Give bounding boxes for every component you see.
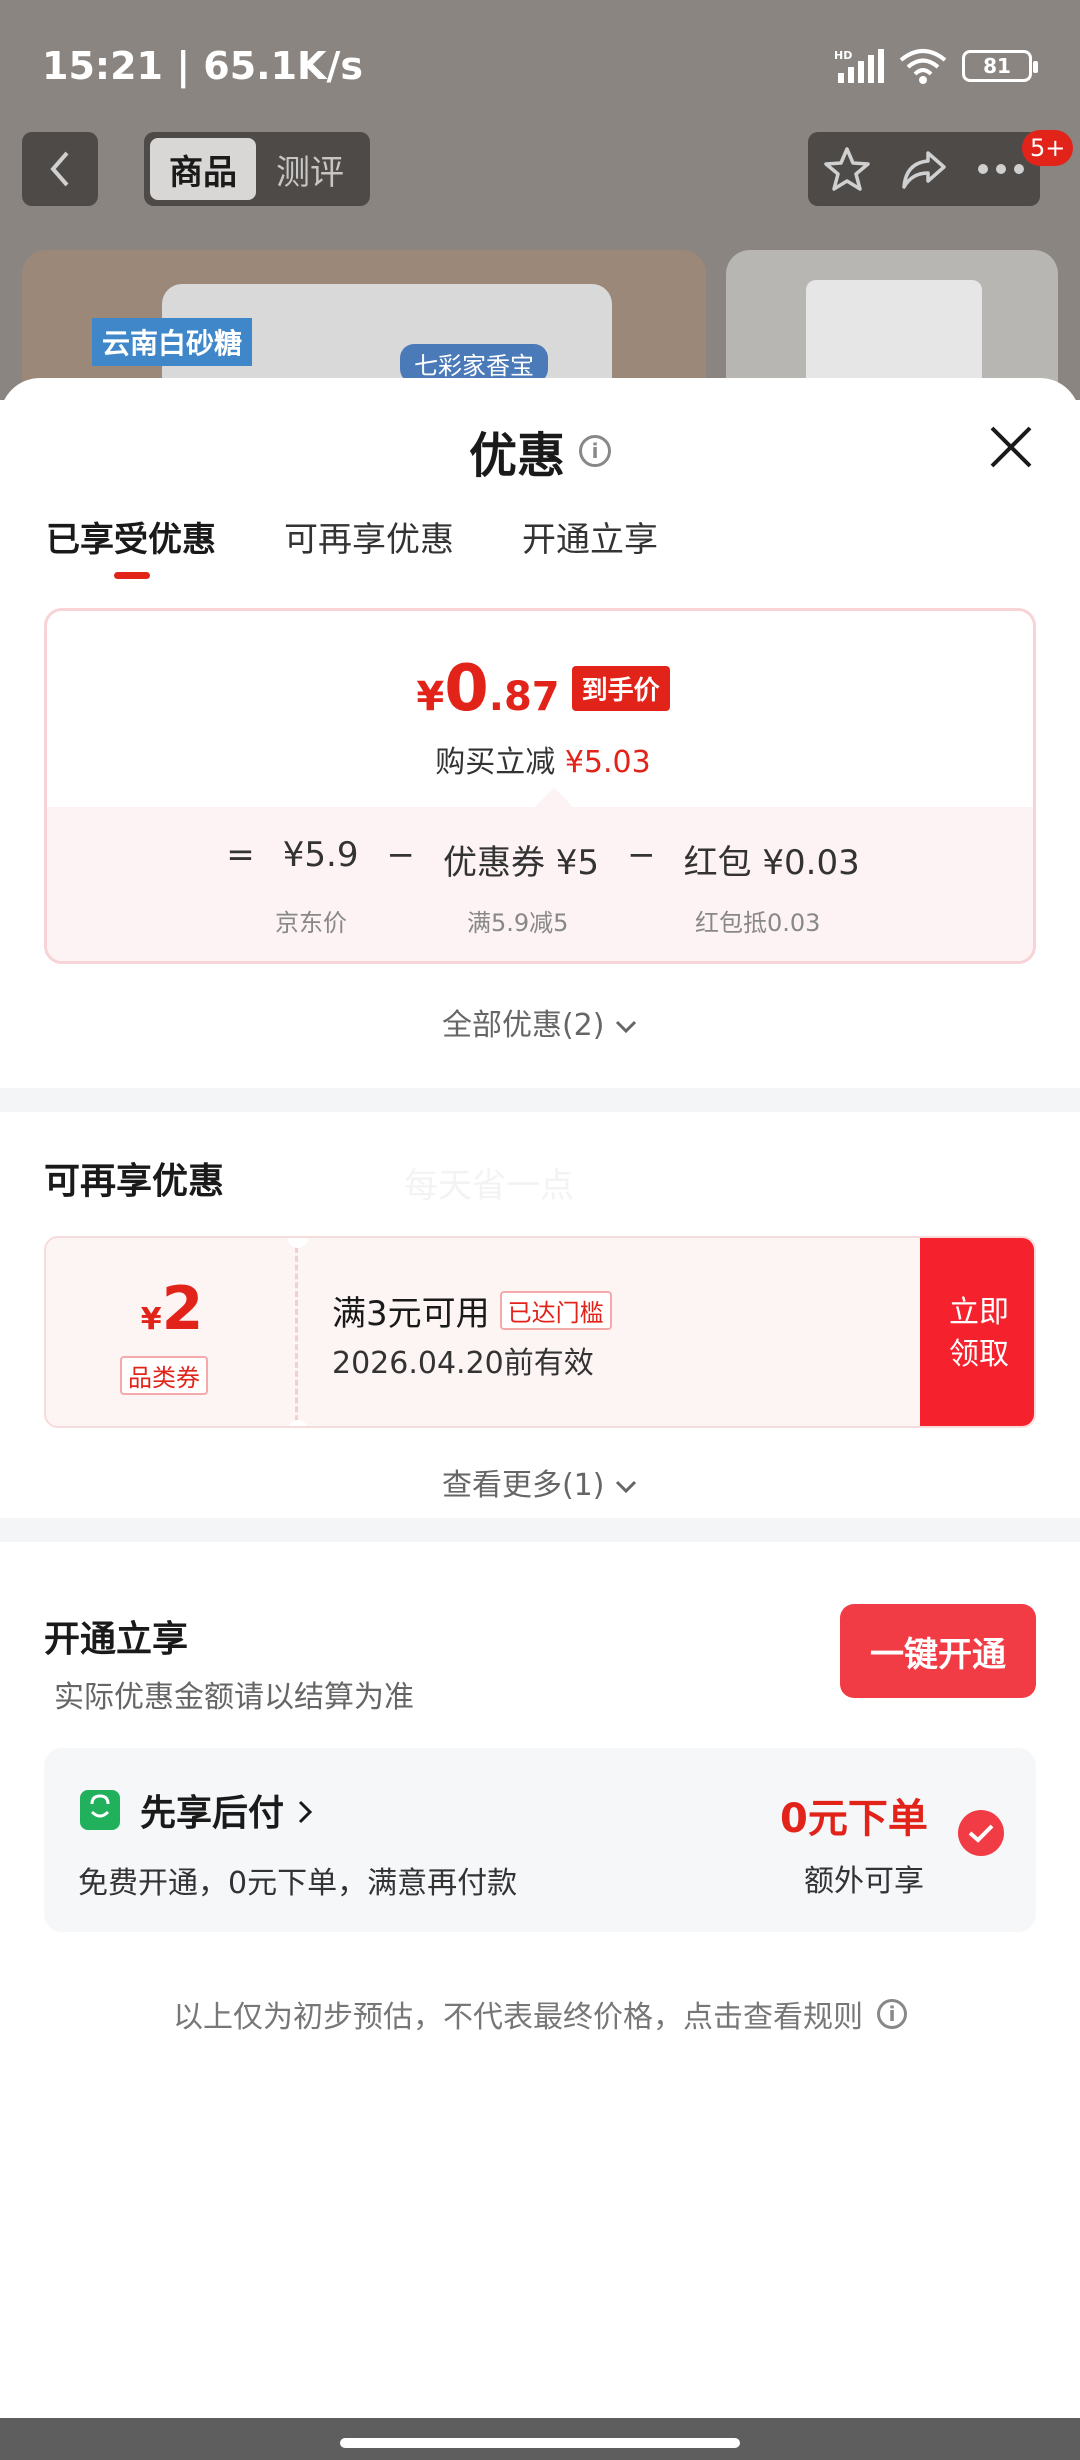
- all-discounts-label: 全部优惠(2): [441, 1008, 605, 1043]
- reduce-value: ¥5.03: [564, 745, 651, 780]
- reduce-label: 购买立减: [435, 745, 556, 780]
- price-summary-card: ¥ 0 .87 到手价 购买立减 ¥5.03 = ¥5.9 − 优惠券 ¥5 −…: [44, 608, 1036, 964]
- tab-open[interactable]: 开通立享: [522, 512, 658, 561]
- share-icon[interactable]: [900, 145, 948, 193]
- redpacket-amount: 红包 ¥0.03: [683, 843, 860, 883]
- sheet-title: 优惠: [468, 428, 565, 484]
- coupon-condition-text: 满3元可用: [332, 1294, 490, 1334]
- price-calculation: = ¥5.9 − 优惠券 ¥5 − 红包 ¥0.03 京东价 满5.9减5 红包…: [47, 807, 1033, 961]
- sheet-header: 优惠 i: [0, 416, 1080, 486]
- coupon-amount: 优惠券 ¥5: [442, 843, 600, 883]
- extra-benefit-label: 额外可享: [804, 1864, 924, 1899]
- coupon-number: 2: [161, 1274, 204, 1344]
- category-coupon: ¥2 品类券 满3元可用 已达门槛 2026.04.20前有效 立即 领取: [44, 1236, 1036, 1428]
- coupon-condition: 满3元可用 已达门槛: [332, 1286, 612, 1335]
- coupon-valid-date: 2026.04.20前有效: [332, 1346, 594, 1381]
- one-click-open-button[interactable]: 一键开通: [840, 1604, 1036, 1698]
- see-more-toggle[interactable]: 查看更多(1): [0, 1460, 1080, 1504]
- minus-sign: −: [627, 835, 656, 875]
- chevron-down-icon: [615, 1480, 637, 1494]
- battery-level: 81: [983, 54, 1011, 78]
- status-time: 15:21 | 65.1K/s: [42, 44, 363, 88]
- tab-product[interactable]: 商品: [150, 138, 256, 200]
- reenjoy-title: 可再享优惠: [44, 1161, 225, 1202]
- coupon-type-tag: 品类券: [120, 1356, 208, 1395]
- page-segment-tabs: 商品 测评: [144, 132, 370, 206]
- jd-price-label: 京东价: [275, 909, 347, 937]
- minus-sign: −: [386, 835, 415, 875]
- background-page: 15:21 | 65.1K/s HD 81 商品 测评 5+ 七彩家香宝 云南白…: [0, 0, 1080, 400]
- wifi-icon: [899, 49, 947, 84]
- zero-order-label: 0元下单: [780, 1796, 928, 1842]
- final-price-tag: 到手价: [571, 666, 670, 711]
- pay-later-title[interactable]: 先享后付: [140, 1784, 313, 1836]
- svg-text:HD: HD: [834, 49, 852, 62]
- star-icon[interactable]: [823, 145, 871, 193]
- chevron-right-icon: [298, 1800, 312, 1824]
- close-icon[interactable]: [986, 422, 1036, 472]
- instant-reduce: 购买立减 ¥5.03: [47, 737, 1033, 781]
- redpacket-sub-label: 红包抵0.03: [695, 909, 821, 937]
- pay-later-description: 免费开通，0元下单，满意再付款: [78, 1866, 518, 1901]
- back-button[interactable]: [22, 132, 98, 206]
- product2-label: 云南白砂糖: [92, 318, 253, 366]
- price-currency: ¥: [416, 674, 445, 720]
- coupon-currency: ¥: [140, 1302, 162, 1337]
- final-price: ¥ 0 .87: [416, 657, 559, 721]
- status-bar: 15:21 | 65.1K/s HD 81: [0, 0, 1080, 130]
- open-subtitle: 实际优惠金额请以结算为准: [54, 1680, 414, 1715]
- more-icon[interactable]: [977, 161, 1025, 177]
- info-icon[interactable]: i: [579, 435, 611, 467]
- final-price-row: ¥ 0 .87 到手价: [47, 657, 1033, 721]
- price-integer: 0: [444, 652, 489, 726]
- coupon-value: ¥2: [46, 1274, 298, 1344]
- shopping-bag-icon: [80, 1790, 120, 1830]
- check-icon[interactable]: [958, 1810, 1004, 1856]
- section-divider: [0, 1518, 1080, 1542]
- coupon-notch: [288, 1420, 308, 1426]
- watermark: 每天省一点: [404, 1166, 574, 1206]
- discount-tabs: 已享受优惠 可再享优惠 开通立享: [46, 512, 658, 579]
- claim-coupon-button[interactable]: 立即 领取: [920, 1238, 1034, 1426]
- section-divider: [0, 1088, 1080, 1112]
- status-icons: HD 81: [834, 48, 1038, 84]
- tab-enjoyed[interactable]: 已享受优惠: [46, 512, 216, 579]
- tab-review[interactable]: 测评: [256, 138, 364, 200]
- pay-later-title-text: 先享后付: [140, 1793, 285, 1834]
- message-badge: 5+: [1022, 130, 1074, 166]
- equals-sign: =: [226, 835, 255, 875]
- all-discounts-toggle[interactable]: 全部优惠(2): [0, 1000, 1080, 1044]
- pay-later-card[interactable]: 先享后付 免费开通，0元下单，满意再付款 0元下单 额外可享: [44, 1748, 1036, 1932]
- see-more-label: 查看更多(1): [441, 1468, 605, 1503]
- rules-note[interactable]: 以上仅为初步预估，不代表最终价格，点击查看规则 i: [0, 1992, 1080, 2036]
- gesture-handle[interactable]: [340, 2438, 740, 2448]
- open-title: 开通立享: [44, 1619, 189, 1660]
- tab-reenjoy[interactable]: 可再享优惠: [284, 512, 454, 561]
- chevron-left-icon: [50, 151, 69, 187]
- coupon-sub-label: 满5.9减5: [467, 909, 569, 937]
- top-actions: [808, 132, 1040, 206]
- battery-icon: 81: [962, 50, 1038, 82]
- price-decimal: .87: [488, 674, 560, 720]
- signal-icon: HD: [834, 49, 884, 83]
- coupon-amount-area: ¥2 品类券: [46, 1238, 298, 1426]
- jd-price: ¥5.9: [282, 835, 359, 875]
- discount-sheet: 优惠 i 已享受优惠 可再享优惠 开通立享 ¥ 0 .87 到手价 购买立减 ¥…: [0, 378, 1080, 2418]
- rules-note-text: 以上仅为初步预估，不代表最终价格，点击查看规则: [173, 2000, 863, 2035]
- threshold-reached-badge: 已达门槛: [499, 1291, 612, 1330]
- info-icon: i: [877, 1999, 907, 2029]
- chevron-down-icon: [615, 1020, 637, 1034]
